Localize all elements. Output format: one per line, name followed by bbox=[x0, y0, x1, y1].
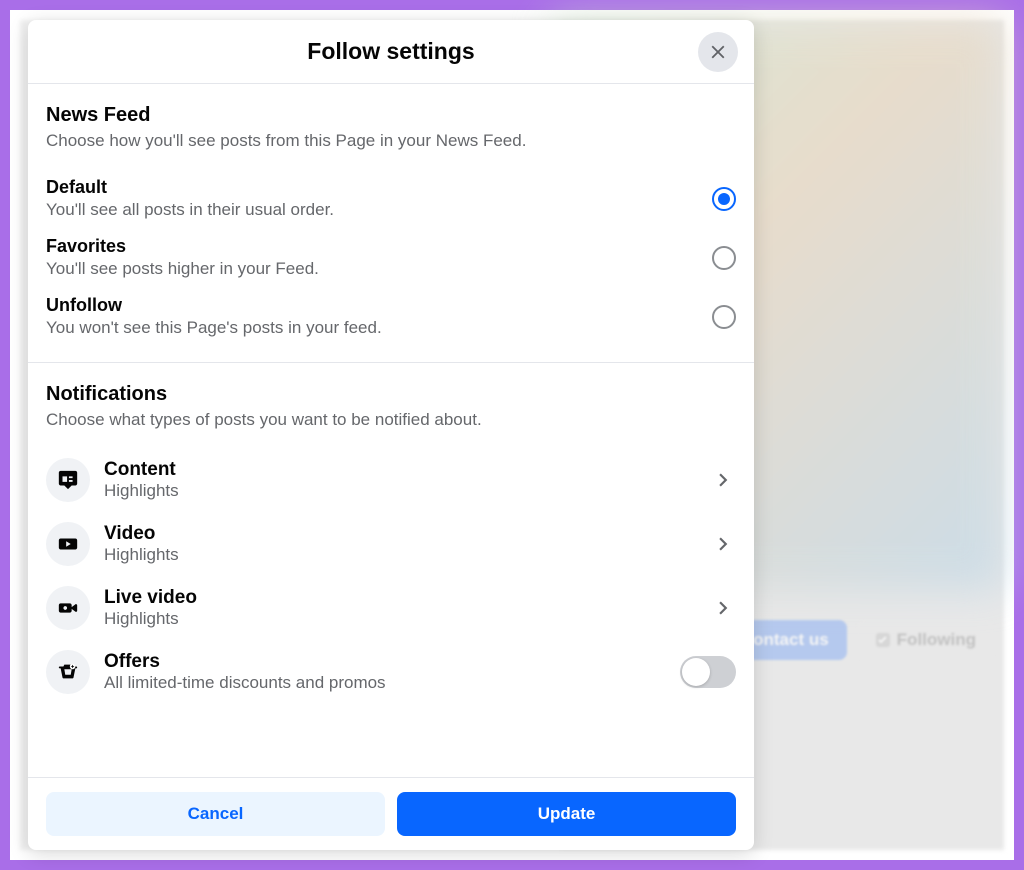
section-title: News Feed bbox=[46, 104, 736, 127]
radio-unfollow[interactable]: Unfollow You won't see this Page's posts… bbox=[46, 287, 736, 346]
notif-value: Highlights bbox=[104, 609, 710, 629]
notif-label: Live video bbox=[104, 587, 710, 609]
notif-value: Highlights bbox=[104, 545, 710, 565]
notif-label: Content bbox=[104, 459, 710, 481]
notif-content[interactable]: Content Highlights bbox=[46, 448, 736, 512]
radio-input[interactable] bbox=[712, 246, 736, 270]
chevron-right-icon bbox=[710, 595, 736, 621]
modal-body: News Feed Choose how you'll see posts fr… bbox=[28, 84, 754, 777]
notifications-section: Notifications Choose what types of posts… bbox=[28, 363, 754, 720]
close-button[interactable] bbox=[698, 32, 738, 72]
bg-following-button: Following bbox=[857, 620, 994, 660]
section-desc: Choose what types of posts you want to b… bbox=[46, 410, 736, 430]
offers-icon bbox=[46, 650, 90, 694]
notif-offers[interactable]: Offers All limited-time discounts and pr… bbox=[46, 640, 736, 704]
modal-footer: Cancel Update bbox=[28, 777, 754, 850]
chevron-right-icon bbox=[710, 467, 736, 493]
radio-default[interactable]: Default You'll see all posts in their us… bbox=[46, 169, 736, 228]
content-icon bbox=[46, 458, 90, 502]
radio-desc: You won't see this Page's posts in your … bbox=[46, 318, 712, 338]
radio-label: Favorites bbox=[46, 236, 712, 257]
radio-desc: You'll see all posts in their usual orde… bbox=[46, 200, 712, 220]
section-desc: Choose how you'll see posts from this Pa… bbox=[46, 131, 736, 151]
section-title: Notifications bbox=[46, 383, 736, 406]
notif-value: All limited-time discounts and promos bbox=[104, 673, 680, 693]
notif-value: Highlights bbox=[104, 481, 710, 501]
notif-label: Video bbox=[104, 523, 710, 545]
chevron-right-icon bbox=[710, 531, 736, 557]
update-button[interactable]: Update bbox=[397, 792, 736, 836]
news-feed-section: News Feed Choose how you'll see posts fr… bbox=[28, 84, 754, 363]
radio-label: Default bbox=[46, 177, 712, 198]
radio-input[interactable] bbox=[712, 305, 736, 329]
notif-live-video[interactable]: Live video Highlights bbox=[46, 576, 736, 640]
close-icon bbox=[707, 41, 729, 63]
cancel-button[interactable]: Cancel bbox=[46, 792, 385, 836]
radio-input[interactable] bbox=[712, 187, 736, 211]
video-icon bbox=[46, 522, 90, 566]
live-video-icon bbox=[46, 586, 90, 630]
radio-favorites[interactable]: Favorites You'll see posts higher in you… bbox=[46, 228, 736, 287]
notif-video[interactable]: Video Highlights bbox=[46, 512, 736, 576]
follow-settings-modal: Follow settings News Feed Choose how you… bbox=[28, 20, 754, 850]
radio-desc: You'll see posts higher in your Feed. bbox=[46, 259, 712, 279]
offers-toggle[interactable] bbox=[680, 656, 736, 688]
check-icon bbox=[875, 632, 891, 648]
modal-title: Follow settings bbox=[307, 38, 474, 65]
modal-header: Follow settings bbox=[28, 20, 754, 84]
radio-label: Unfollow bbox=[46, 295, 712, 316]
notif-label: Offers bbox=[104, 651, 680, 673]
